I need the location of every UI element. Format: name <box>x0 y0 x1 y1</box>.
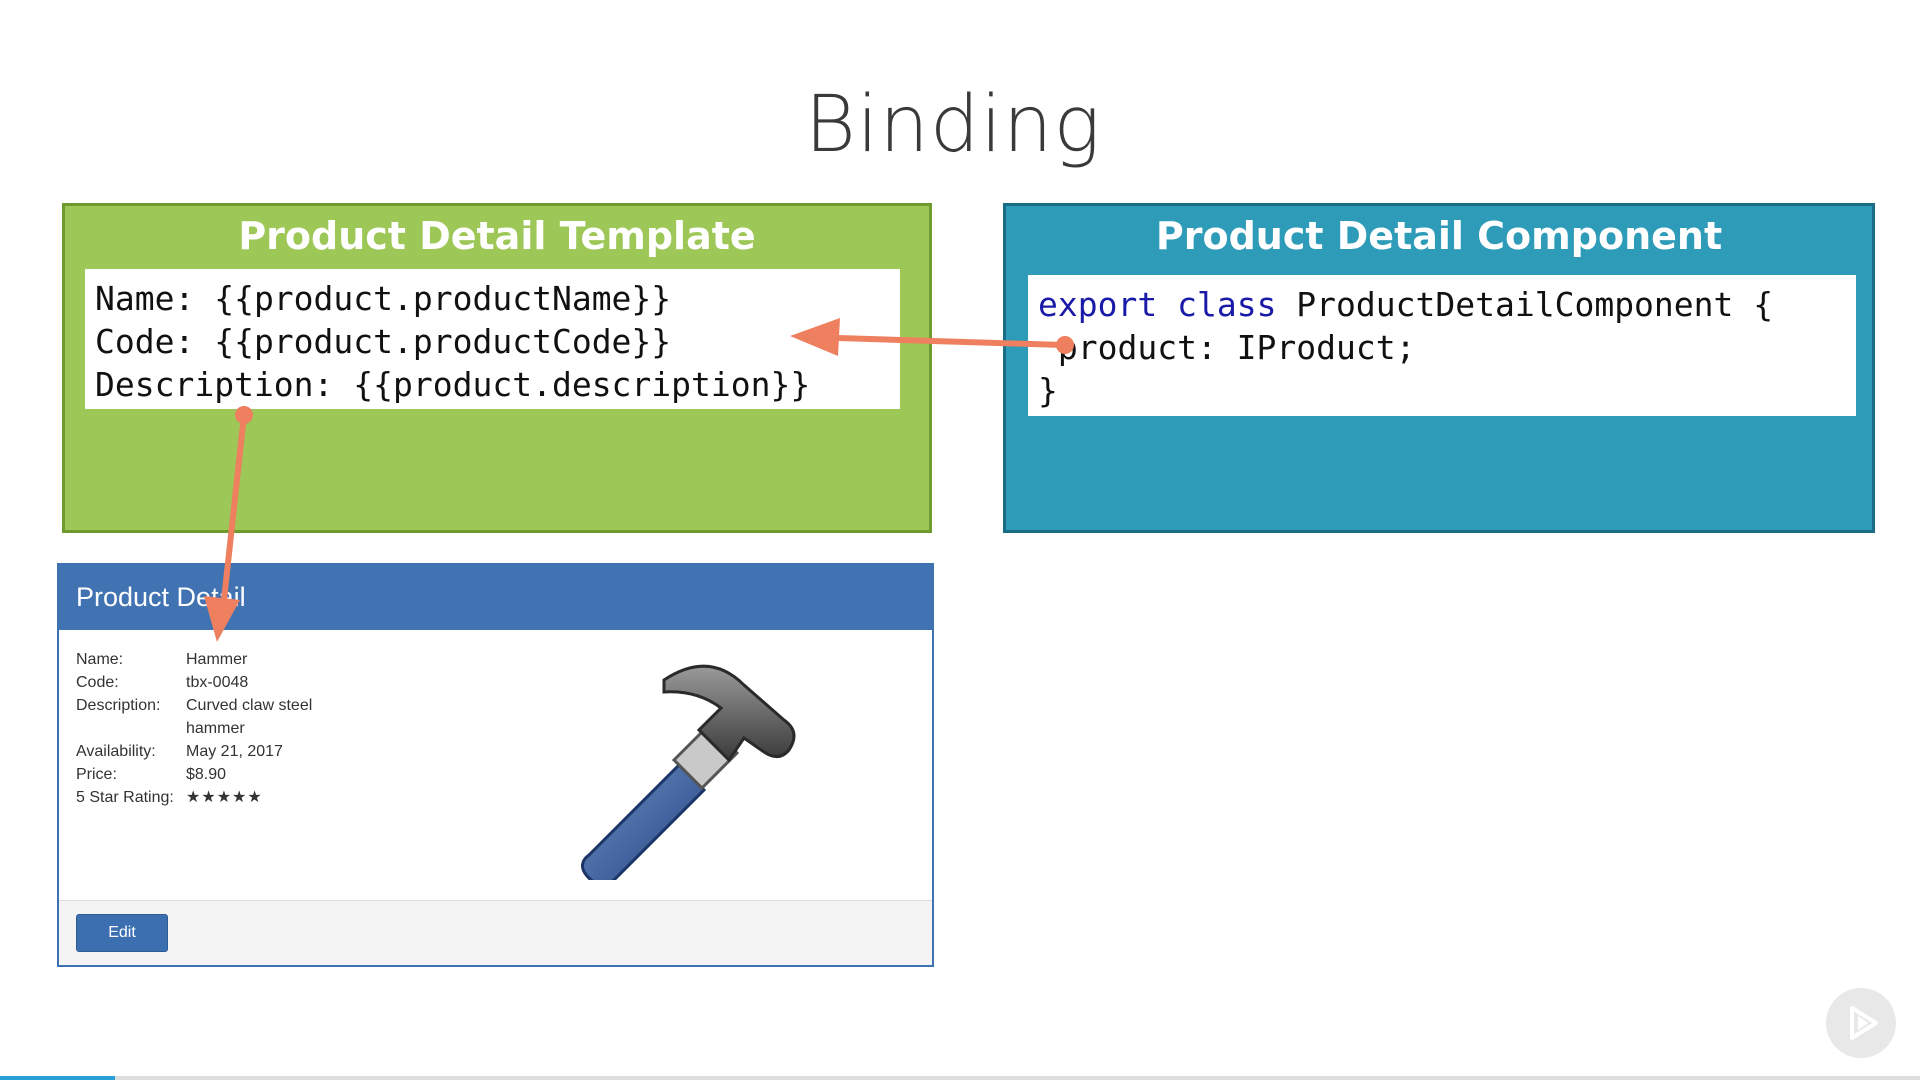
product-detail-card: Product Detail Name: Hammer Code: tbx-00… <box>57 563 934 967</box>
row-label: 5 Star Rating: <box>76 789 174 806</box>
component-code-box: export class ProductDetailComponent { pr… <box>1028 275 1856 416</box>
row-label: Price: <box>76 766 117 783</box>
slide-title: Binding <box>804 80 1102 170</box>
table-row: Availability: May 21, 2017 <box>76 740 336 763</box>
export-keyword: export <box>1038 285 1158 324</box>
table-row: Description: Curved claw steel hammer <box>76 694 336 740</box>
row-label: Availability: <box>76 743 156 760</box>
row-value: Hammer <box>186 651 248 668</box>
row-label: Description: <box>76 697 161 714</box>
edit-button[interactable]: Edit <box>76 914 168 952</box>
row-value: Curved claw steel hammer <box>186 697 313 737</box>
template-line-code: Code: {{product.productCode}} <box>95 322 672 361</box>
progress-fill <box>0 1076 116 1080</box>
component-panel-title: Product Detail Component <box>1155 214 1723 258</box>
template-line-description: Description: {{product.description}} <box>95 365 811 404</box>
template-panel-title: Product Detail Template <box>238 214 756 258</box>
star-rating: ★★★★★ <box>186 789 263 806</box>
component-line-property: product: IProduct; <box>1038 328 1416 367</box>
row-value: tbx-0048 <box>186 674 249 691</box>
play-icon[interactable] <box>1826 988 1896 1058</box>
table-row: Code: tbx-0048 <box>76 671 336 694</box>
component-line-class: export class ProductDetailComponent { <box>1038 283 1856 326</box>
hammer-icon <box>581 664 796 880</box>
class-keyword: class <box>1177 285 1277 324</box>
card-footer: Edit <box>59 900 932 965</box>
row-value: $8.90 <box>186 766 227 783</box>
row-label: Code: <box>76 674 119 691</box>
template-panel: Product Detail Template Name: {{product.… <box>62 203 932 533</box>
class-name: ProductDetailComponent { <box>1276 285 1774 324</box>
table-row: Name: Hammer <box>76 648 336 671</box>
detail-table: Name: Hammer Code: tbx-0048 Description:… <box>76 648 336 809</box>
template-code-box: Name: {{product.productName}} Code: {{pro… <box>85 269 900 409</box>
template-line-name: Name: {{product.productName}} <box>95 279 672 318</box>
progress-bar[interactable] <box>0 1076 1920 1080</box>
table-row: 5 Star Rating: ★★★★★ <box>76 786 336 809</box>
component-line-close: } <box>1038 371 1058 410</box>
row-value: May 21, 2017 <box>186 743 283 760</box>
row-label: Name: <box>76 651 124 668</box>
card-header: Product Detail <box>59 565 932 630</box>
table-row: Price: $8.90 <box>76 763 336 786</box>
component-panel: Product Detail Component export class Pr… <box>1003 203 1875 533</box>
